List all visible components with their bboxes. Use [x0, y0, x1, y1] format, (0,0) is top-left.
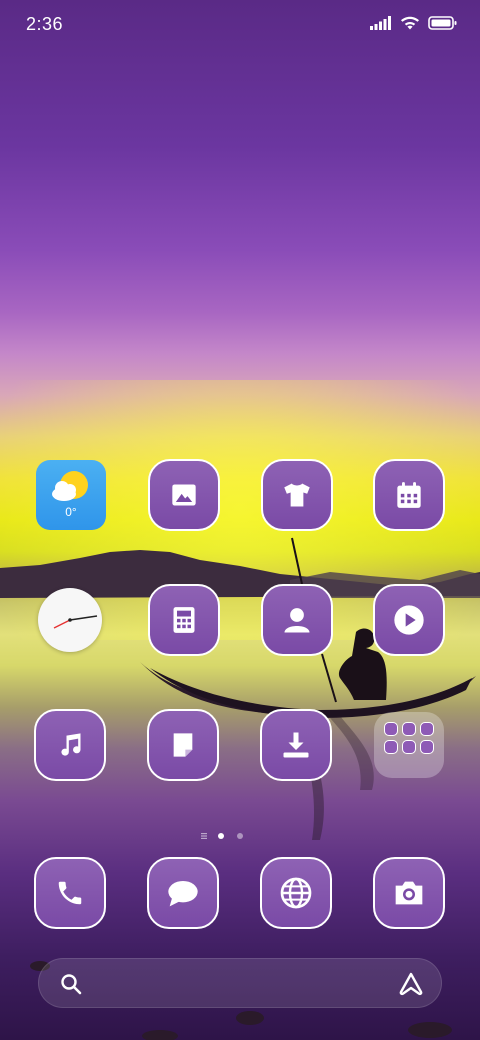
app-folder[interactable] — [374, 712, 444, 778]
download-icon — [283, 732, 309, 758]
video-player-app-icon[interactable] — [373, 584, 445, 656]
wifi-icon — [401, 16, 419, 30]
calculator-icon — [173, 607, 195, 633]
weather-widget[interactable]: 0° — [36, 460, 106, 530]
signal-icon — [370, 16, 391, 30]
browser-app-icon[interactable] — [260, 857, 332, 929]
phone-app-icon[interactable] — [34, 857, 106, 929]
chat-bubble-icon — [168, 881, 198, 907]
contacts-app-icon[interactable] — [261, 584, 333, 656]
note-icon — [173, 733, 193, 757]
folder-mini-app-icon — [420, 740, 434, 754]
music-app-icon[interactable] — [34, 709, 106, 781]
camera-icon — [395, 881, 423, 905]
calculator-app-icon[interactable] — [148, 584, 220, 656]
page-dot-active[interactable] — [218, 833, 224, 839]
themes-app-icon[interactable] — [261, 459, 333, 531]
phone-icon — [58, 881, 82, 905]
gallery-app-icon[interactable] — [148, 459, 220, 531]
folder-mini-download-icon — [420, 722, 434, 736]
page-indicator-menu-icon — [201, 833, 207, 835]
messages-app-icon[interactable] — [147, 857, 219, 929]
folder-mini-app-icon — [384, 740, 398, 754]
folder-mini-app-icon — [384, 722, 398, 736]
music-note-icon — [61, 733, 81, 756]
calendar-icon — [397, 482, 421, 508]
weather-temperature: 0° — [65, 505, 77, 519]
status-time: 2:36 — [26, 14, 64, 34]
downloads-app-icon[interactable] — [260, 709, 332, 781]
analog-clock-icon — [53, 615, 98, 629]
globe-icon — [280, 877, 312, 909]
page-indicator — [201, 833, 243, 839]
notes-app-icon[interactable] — [147, 709, 219, 781]
assistant-icon[interactable] — [397, 971, 425, 997]
folder-mini-compass-icon — [402, 740, 416, 754]
status-bar: 2:36 — [0, 0, 480, 50]
page-dot[interactable] — [237, 833, 243, 839]
partly-cloudy-icon — [52, 471, 88, 501]
calendar-app-icon[interactable] — [373, 459, 445, 531]
person-icon — [284, 608, 310, 633]
search-bar[interactable] — [38, 958, 442, 1008]
play-circle-icon — [394, 605, 424, 635]
battery-icon — [428, 16, 457, 30]
status-icons — [370, 15, 458, 31]
home-screen: 2:36 0° — [0, 0, 480, 1040]
image-icon — [172, 484, 196, 506]
tshirt-icon — [284, 483, 310, 507]
camera-app-icon[interactable] — [373, 857, 445, 929]
clock-widget[interactable] — [38, 588, 102, 652]
search-icon[interactable] — [59, 972, 83, 996]
folder-mini-video-icon — [402, 722, 416, 736]
